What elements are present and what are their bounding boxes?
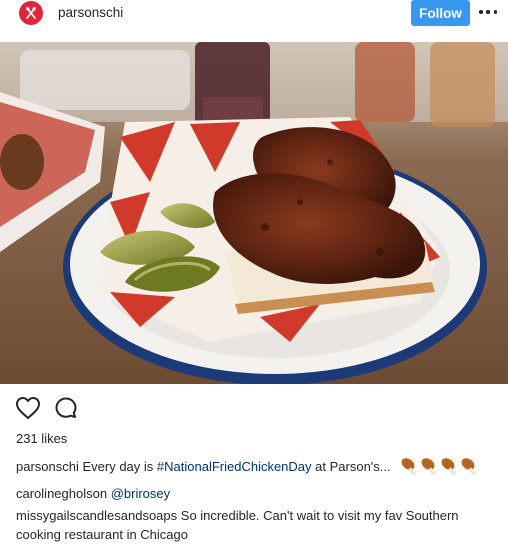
caption-username[interactable]: parsonschi <box>16 459 79 474</box>
comment-item: carolinegholson @brirosey <box>16 484 501 503</box>
drumstick-emojis <box>400 457 480 478</box>
dot <box>479 10 483 14</box>
dot <box>493 10 497 14</box>
comment-username[interactable]: missygailscandlesandsoaps <box>16 508 177 523</box>
dot <box>486 10 490 14</box>
post-username[interactable]: parsonschi <box>58 5 123 20</box>
fork-knife-icon <box>26 7 36 19</box>
comment-item: missygailscandlesandsoaps So incredible.… <box>16 506 501 544</box>
post-actions <box>0 394 508 422</box>
post-header: parsonschi Follow <box>0 0 508 42</box>
heart-icon[interactable] <box>15 396 41 420</box>
more-options-icon[interactable] <box>479 4 497 20</box>
post-caption: parsonschi Every day is #NationalFriedCh… <box>16 457 496 478</box>
follow-button[interactable]: Follow <box>411 0 470 26</box>
comment-bubble-icon[interactable] <box>54 396 78 420</box>
caption-hashtag[interactable]: #NationalFriedChickenDay <box>157 459 312 474</box>
likes-count[interactable]: 231 likes <box>16 431 67 446</box>
fried-chicken-photo <box>0 42 508 384</box>
drumstick-icon <box>401 458 477 475</box>
avatar[interactable] <box>19 1 43 25</box>
caption-text-after: at Parson's... <box>311 458 391 474</box>
post-photo[interactable] <box>0 42 508 384</box>
comment-mention[interactable]: @brirosey <box>111 486 170 501</box>
caption-text-before: Every day is <box>78 458 157 474</box>
comment-username[interactable]: carolinegholson <box>16 486 107 501</box>
